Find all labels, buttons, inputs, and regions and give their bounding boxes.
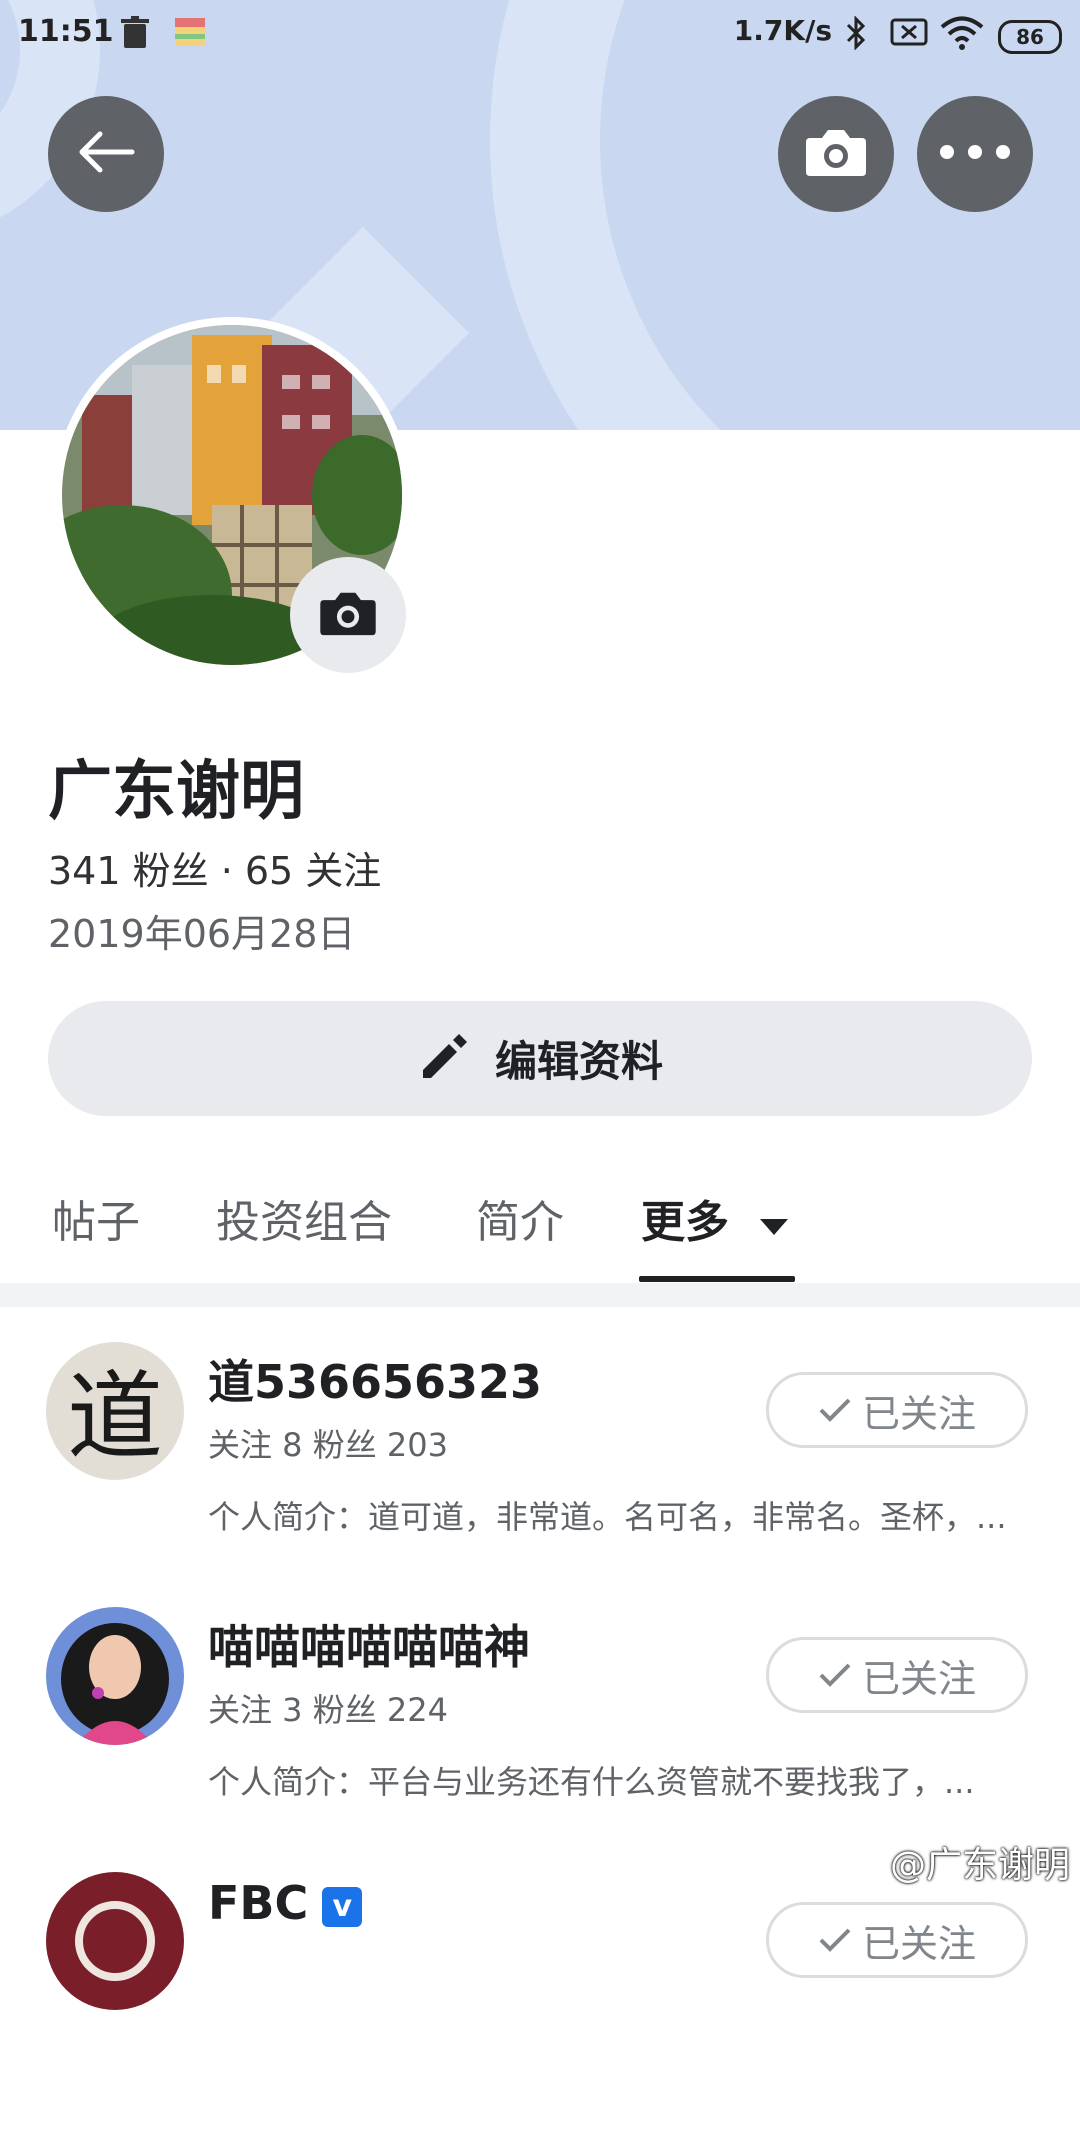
check-icon	[818, 1653, 852, 1697]
edit-profile-label: 编辑资料	[494, 1037, 663, 1086]
check-icon	[818, 1918, 852, 1962]
calendar-icon	[175, 16, 205, 52]
profile-stats[interactable]: 341 粉丝 · 65 关注	[48, 840, 381, 895]
watermark: @广东谢明	[889, 1845, 1070, 1886]
sim-x-icon	[890, 16, 928, 52]
arrow-left-icon	[76, 130, 136, 178]
tab-portfolio[interactable]: 投资组合	[216, 1186, 392, 1250]
user-name-text: FBC	[208, 1876, 309, 1930]
following-button-label: 已关注	[861, 1656, 976, 1701]
more-options-button[interactable]	[917, 96, 1033, 212]
user-name[interactable]: 道536656323	[208, 1346, 542, 1412]
status-time: 11:51	[18, 14, 114, 49]
user-name[interactable]: FBC v	[208, 1876, 363, 1930]
tab-more-label: 更多	[641, 1197, 729, 1248]
user-avatar[interactable]	[46, 1872, 184, 2010]
tab-about[interactable]: 简介	[476, 1186, 564, 1250]
caret-down-icon	[758, 1197, 790, 1248]
trash-icon	[120, 16, 150, 54]
user-counts: 关注 3 粉丝 224	[208, 1691, 448, 1729]
change-avatar-button[interactable]	[290, 557, 406, 673]
list-item[interactable]: FBC v 已关注	[0, 1872, 1080, 2132]
profile-name: 广东谢明	[48, 755, 304, 829]
banner-camera-button[interactable]	[778, 96, 894, 212]
user-bio: 个人简介：道可道，非常道。名可名，非常名。圣杯，...	[208, 1498, 1007, 1536]
following-button[interactable]: 已关注	[766, 1372, 1028, 1448]
following-button[interactable]: 已关注	[766, 1902, 1028, 1978]
user-counts: 关注 8 粉丝 203	[208, 1426, 448, 1464]
camera-icon	[804, 126, 868, 182]
camera-icon	[318, 589, 378, 641]
following-button-label: 已关注	[861, 1391, 976, 1436]
verified-badge-icon: v	[322, 1886, 363, 1927]
svg-text:道: 道	[67, 1361, 163, 1473]
profile-joined-date: 2019年06月28日	[48, 912, 356, 956]
user-bio: 个人简介：平台与业务还有什么资管就不要找我了，...	[208, 1763, 975, 1801]
more-horizontal-icon	[939, 144, 1011, 164]
battery-indicator: 86	[998, 20, 1062, 54]
tab-more[interactable]: 更多	[641, 1186, 790, 1250]
edit-profile-button[interactable]: 编辑资料	[48, 1001, 1032, 1116]
profile-tabs: 帖子 投资组合 简介 更多	[0, 1160, 1080, 1282]
following-button-label: 已关注	[861, 1921, 976, 1966]
tab-posts[interactable]: 帖子	[52, 1186, 140, 1250]
list-item[interactable]: 道 道536656323 关注 8 粉丝 203 已关注 个人简介：道可道，非常…	[0, 1342, 1080, 1602]
bluetooth-icon	[844, 15, 868, 54]
user-avatar[interactable]	[46, 1607, 184, 1745]
section-divider	[0, 1283, 1080, 1307]
active-tab-indicator	[639, 1276, 795, 1282]
status-bar: 11:51 1.7K/s 86	[0, 0, 1080, 72]
user-name[interactable]: 喵喵喵喵喵喵神	[208, 1611, 530, 1677]
network-speed: 1.7K/s	[733, 14, 832, 47]
user-avatar[interactable]: 道	[46, 1342, 184, 1480]
list-item[interactable]: 喵喵喵喵喵喵神 关注 3 粉丝 224 已关注 个人简介：平台与业务还有什么资管…	[0, 1607, 1080, 1867]
check-icon	[818, 1388, 852, 1432]
following-button[interactable]: 已关注	[766, 1637, 1028, 1713]
wifi-icon	[940, 16, 984, 54]
pencil-icon	[417, 1030, 471, 1088]
back-button[interactable]	[48, 96, 164, 212]
